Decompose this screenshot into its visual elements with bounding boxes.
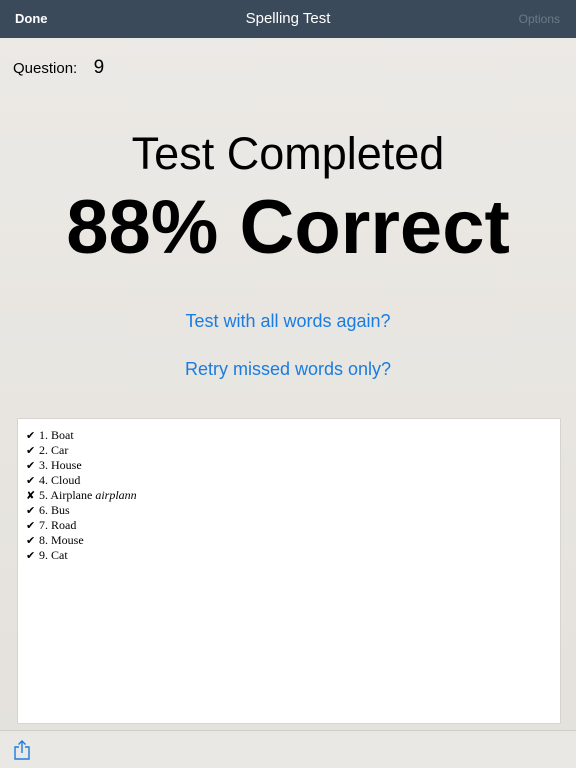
question-label: Question:: [13, 60, 78, 77]
result-row: ✔ 7. Road: [26, 518, 560, 533]
check-icon: ✔: [26, 444, 36, 457]
result-word: 3. House: [39, 458, 82, 472]
results-list[interactable]: ✔ 1. Boat ✔ 2. Car ✔ 3. House ✔ 4. Cloud ✘ 5.…: [17, 418, 561, 724]
misspelled-answer: airplann: [95, 488, 137, 502]
result-word: 1. Boat: [39, 428, 74, 442]
result-row: ✔ 8. Mouse: [26, 533, 560, 548]
result-row: ✔ 9. Cat: [26, 548, 560, 563]
result-word: 2. Car: [39, 443, 69, 457]
question-number: 9: [93, 57, 105, 78]
check-icon: ✔: [26, 504, 36, 517]
result-word: 8. Mouse: [39, 533, 84, 547]
question-indicator: Question: 9: [13, 57, 104, 79]
check-icon: ✔: [26, 519, 36, 532]
check-icon: ✔: [26, 549, 36, 562]
result-word: 9. Cat: [39, 548, 68, 562]
result-word: 7. Road: [39, 518, 77, 532]
result-word: 5. Airplane: [39, 488, 93, 502]
nav-title: Spelling Test: [245, 10, 331, 27]
result-row: ✔ 6. Bus: [26, 503, 560, 518]
check-icon: ✔: [26, 474, 36, 487]
share-icon[interactable]: [13, 740, 31, 760]
result-row: ✔ 1. Boat: [26, 428, 560, 443]
test-all-words-link[interactable]: Test with all words again?: [0, 311, 576, 332]
bottom-toolbar: [0, 730, 576, 768]
result-row: ✔ 4. Cloud: [26, 473, 560, 488]
options-button[interactable]: Options: [519, 12, 560, 26]
test-completed-heading: Test Completed: [131, 128, 445, 179]
result-row: ✔ 3. House: [26, 458, 560, 473]
result-word: 4. Cloud: [39, 473, 81, 487]
result-row: ✔ 2. Car: [26, 443, 560, 458]
check-icon: ✔: [26, 534, 36, 547]
check-icon: ✔: [26, 429, 36, 442]
cross-icon: ✘: [26, 489, 36, 502]
result-row: ✘ 5. Airplane airplann: [26, 488, 560, 503]
navigation-bar: Done Spelling Test Options: [0, 0, 576, 38]
score-text: 88% Correct: [66, 185, 510, 270]
check-icon: ✔: [26, 459, 36, 472]
result-word: 6. Bus: [39, 503, 70, 517]
retry-missed-words-link[interactable]: Retry missed words only?: [0, 359, 576, 380]
